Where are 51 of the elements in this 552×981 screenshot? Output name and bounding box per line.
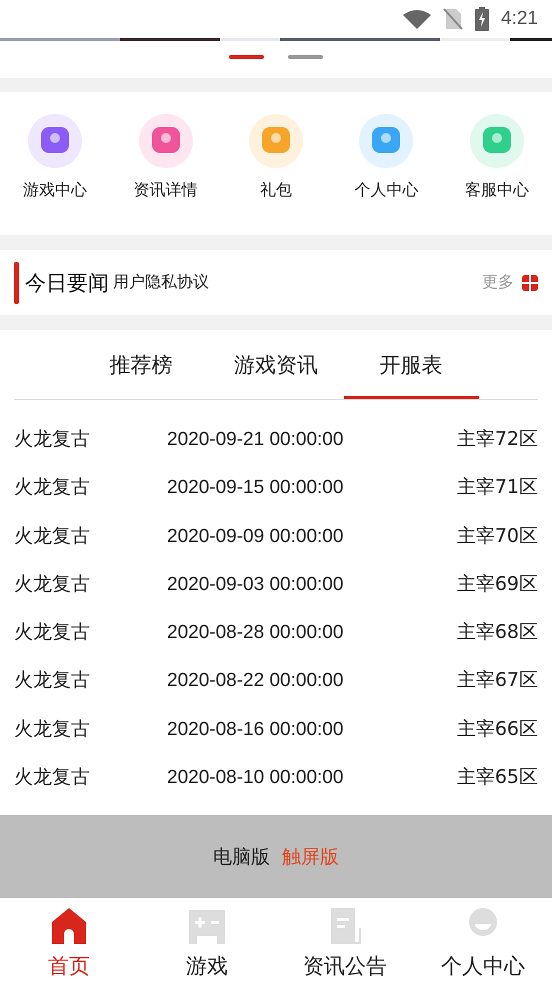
tab[interactable]: 游戏资讯: [208, 347, 344, 399]
open-time: 2020-09-21 00:00:00: [167, 429, 344, 451]
section-title: 今日要闻: [25, 270, 109, 296]
open-time: 2020-09-03 00:00:00: [167, 574, 344, 596]
game-name: 火龙复古: [14, 668, 91, 694]
game-name: 火龙复古: [14, 620, 91, 646]
status-time: 4:21: [501, 8, 538, 30]
shortcut-icon: [249, 114, 304, 168]
server-name: 主宰71区: [456, 475, 538, 500]
wifi-icon: [403, 9, 432, 29]
tab[interactable]: 推荐榜: [74, 347, 208, 399]
shortcut-icon: [359, 114, 414, 168]
server-name: 主宰70区: [456, 524, 538, 549]
server-name: 主宰72区: [456, 427, 538, 452]
open-time: 2020-08-22 00:00:00: [167, 670, 344, 692]
game-name: 火龙复古: [14, 524, 91, 549]
server-name: 主宰69区: [456, 572, 538, 597]
game-name: 火龙复古: [14, 427, 91, 452]
open-time: 2020-09-15 00:00:00: [167, 477, 344, 500]
shortcut-icon: [470, 114, 524, 168]
open-time: 2020-08-10 00:00:00: [167, 767, 344, 790]
shortcut-label[interactable]: 客服中心: [464, 180, 529, 201]
open-time: 2020-08-16 00:00:00: [167, 718, 344, 741]
server-name: 主宰65区: [456, 765, 538, 790]
nav-tab[interactable]: 游戏: [138, 898, 276, 981]
shortcut-icon: [138, 114, 193, 168]
version-link[interactable]: 电脑版: [213, 844, 270, 870]
nav-tab[interactable]: 资讯公告: [276, 898, 414, 981]
news-headline[interactable]: 用户隐私协议: [113, 272, 482, 293]
battery-icon: [475, 7, 490, 31]
shortcut-label[interactable]: 礼包: [260, 180, 292, 201]
shortcut-label[interactable]: 游戏中心: [23, 180, 88, 201]
server-name: 主宰68区: [456, 620, 538, 646]
shortcut-label[interactable]: 个人中心: [354, 180, 418, 201]
accent-bar: [14, 262, 19, 304]
no-sim-icon: [443, 8, 464, 30]
shortcut-label[interactable]: 资讯详情: [134, 180, 198, 201]
game-name: 火龙复古: [14, 765, 91, 790]
open-time: 2020-09-09 00:00:00: [167, 526, 344, 548]
nav-tab[interactable]: 首页: [0, 898, 138, 981]
nav-tab[interactable]: 个人中心: [414, 898, 552, 981]
home-icon: [50, 906, 88, 946]
tab[interactable]: 开服表: [344, 347, 478, 399]
server-name: 主宰67区: [456, 668, 538, 694]
game-name: 火龙复古: [14, 475, 91, 500]
game-name: 火龙复古: [14, 572, 91, 597]
open-time: 2020-08-28 00:00:00: [167, 622, 344, 644]
game-name: 火龙复古: [14, 716, 91, 742]
grid-icon[interactable]: [522, 274, 538, 290]
server-name: 主宰66区: [456, 716, 538, 742]
shortcut-icon: [28, 114, 82, 168]
